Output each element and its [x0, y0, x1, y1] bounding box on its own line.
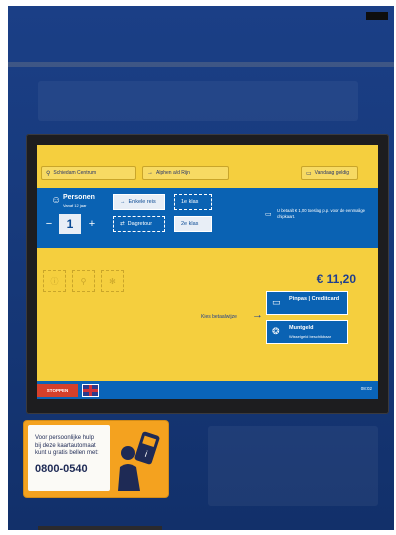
validity-text: Vandaag geldig: [314, 170, 350, 176]
black-tag: [366, 12, 388, 20]
coin-payment-sublabel: Wisselgeld beschikbaar: [289, 334, 332, 339]
to-station-text: Alphen a/d Rijn: [156, 170, 190, 176]
to-station-field[interactable]: → Alphen a/d Rijn: [142, 166, 229, 180]
stop-button[interactable]: STOPPEN: [37, 384, 78, 397]
scuff-marks: [208, 426, 378, 506]
first-class-label: 1e klas: [181, 199, 199, 205]
sticker-text-panel: Voor persoonlijke hulp bij deze kaartaut…: [28, 425, 110, 491]
persons-label: Personen: [63, 194, 95, 201]
calendar-icon: ▭: [306, 170, 312, 177]
arrow-right-icon: →: [120, 199, 126, 205]
arrow-right-icon: →: [252, 309, 263, 321]
decrease-persons-button[interactable]: −: [42, 217, 56, 231]
help-phone-number: 0800-0540: [35, 463, 88, 475]
route-bar: ⚲ Schiedam Centrum → Alphen a/d Rijn ▭ V…: [37, 145, 378, 188]
ticket-options-panel: ☺ Personen Vanaf 12 jaar − 1 + → Enkele …: [37, 188, 378, 248]
ticket-price: € 11,20: [316, 272, 356, 286]
second-class-label: 2e klas: [181, 221, 199, 227]
price-payment-panel: ⓘ ⚲ ✻ € 11,20 Kies betaalwijze → ▭ Pinpa…: [37, 248, 378, 381]
help-text: Voor persoonlijke hulp bij deze kaartaut…: [35, 435, 99, 458]
day-return-label: Dagretour: [127, 221, 153, 227]
person-icon: ☺: [51, 195, 62, 206]
info-icon[interactable]: ⓘ: [43, 270, 66, 292]
help-sticker: Voor persoonlijke hulp bij deze kaartaut…: [24, 421, 168, 497]
return-arrow-icon: ⇄: [120, 221, 125, 227]
help-line-3: kunt u gratis bellen met:: [35, 450, 99, 456]
persons-sublabel: Vanaf 12 jaar: [63, 203, 87, 208]
chipcard-icon: ▭: [265, 211, 272, 218]
help-line-1: Voor persoonlijke hulp: [35, 435, 95, 441]
ticket-machine-photo: ⚲ Schiedam Centrum → Alphen a/d Rijn ▭ V…: [8, 6, 394, 530]
card-slot: [38, 526, 162, 530]
credit-card-icon: ▭: [272, 297, 281, 307]
coin-payment-label: Muntgeld: [289, 325, 314, 331]
coin-payment-button[interactable]: ❂ Muntgeld Wisselgeld beschikbaar: [266, 320, 348, 344]
bicycle-icon[interactable]: ⚲: [72, 270, 95, 292]
persons-count: 1: [59, 214, 81, 234]
clock-time: 08:02: [360, 386, 372, 391]
validity-field[interactable]: ▭ Vandaag geldig: [301, 166, 358, 180]
card-payment-button[interactable]: ▭ Pinpas | Creditcard: [266, 291, 348, 315]
single-trip-label: Enkele reis: [128, 199, 156, 205]
day-return-button[interactable]: ⇄ Dagretour: [113, 216, 165, 232]
from-station-text: Schiedam Centrum: [53, 170, 97, 176]
second-class-button[interactable]: 2e klas: [174, 216, 212, 232]
person-calling-icon: i: [118, 431, 160, 491]
increase-persons-button[interactable]: +: [85, 217, 99, 231]
bottom-bar: STOPPEN 08:02: [37, 381, 378, 399]
help-line-2: bij deze kaartautomaat: [35, 442, 96, 449]
scuff-marks: [38, 81, 358, 121]
screen-bezel: ⚲ Schiedam Centrum → Alphen a/d Rijn ▭ V…: [26, 134, 389, 414]
dog-icon[interactable]: ✻: [101, 270, 124, 292]
card-payment-label: Pinpas | Creditcard: [289, 296, 340, 302]
ticket-screen: ⚲ Schiedam Centrum → Alphen a/d Rijn ▭ V…: [37, 145, 378, 399]
payment-prompt: Kies betaalwijze: [201, 314, 237, 320]
first-class-button[interactable]: 1e klas: [174, 194, 212, 210]
from-station-field[interactable]: ⚲ Schiedam Centrum: [41, 166, 136, 180]
single-trip-button[interactable]: → Enkele reis: [113, 194, 165, 210]
arrow-right-icon: →: [147, 170, 153, 176]
uk-flag-language-button[interactable]: [82, 384, 99, 397]
location-pin-icon: ⚲: [46, 170, 51, 177]
surcharge-notice: U betaalt € 1,00 toeslag p.p. voor de ee…: [277, 208, 365, 219]
panel-trim: [8, 62, 394, 67]
coins-icon: ❂: [272, 326, 280, 336]
